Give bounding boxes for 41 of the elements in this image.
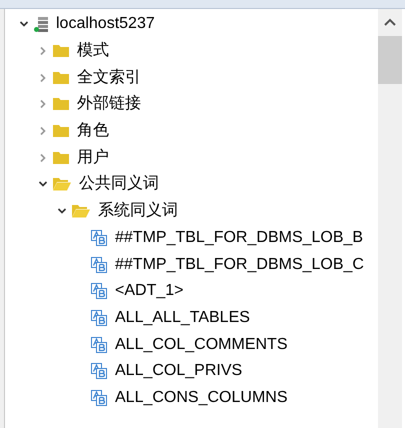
tree-item-label[interactable]: 全文索引 — [77, 66, 141, 90]
synonym-icon — [91, 256, 107, 273]
synonym-icon — [91, 390, 107, 406]
scrollbar-thumb[interactable] — [378, 36, 402, 84]
tree-item-label[interactable]: ##TMP_TBL_FOR_DBMS_LOB_B — [115, 226, 364, 250]
synonym-icon — [91, 283, 107, 300]
chevron-down-icon[interactable] — [57, 206, 67, 216]
chevron-right-icon[interactable] — [38, 126, 48, 136]
synonym-icon — [91, 230, 107, 246]
chevron-right-icon[interactable] — [38, 99, 48, 110]
scrollbar[interactable] — [378, 9, 402, 428]
tree-item-label[interactable]: ##TMP_TBL_FOR_DBMS_LOB_C — [115, 252, 364, 277]
open-folder-icon — [72, 204, 90, 218]
tree-item-label[interactable]: 模式 — [77, 39, 109, 64]
tree-item-label[interactable]: localhost5237 — [56, 12, 155, 36]
chevron-down-icon[interactable] — [19, 19, 29, 30]
folder-icon — [53, 150, 69, 165]
folder-icon — [53, 70, 69, 85]
tree-item-label[interactable]: ALL_COL_COMMENTS — [115, 332, 288, 357]
chevron-down-icon[interactable] — [38, 179, 48, 190]
chevron-right-icon[interactable] — [38, 152, 48, 163]
synonym-icon — [91, 336, 107, 353]
tree-item-label[interactable]: 用户 — [77, 146, 109, 170]
tree-item-label[interactable]: ALL_ALL_TABLES — [115, 306, 250, 330]
tree-item-label[interactable]: ALL_COL_PRIVS — [115, 359, 242, 384]
chevron-right-icon[interactable] — [38, 46, 48, 56]
synonym-icon — [91, 363, 107, 380]
tree-item-label[interactable]: 公共同义词 — [79, 172, 159, 196]
server-icon — [34, 16, 48, 32]
scroll-up-icon[interactable] — [383, 17, 397, 27]
folder-icon — [53, 97, 69, 112]
folder-icon — [53, 44, 69, 58]
tree-item-label[interactable]: 外部链接 — [77, 92, 141, 116]
open-folder-icon — [53, 177, 71, 192]
folder-icon — [53, 124, 69, 138]
tree-item-label[interactable]: 系统同义词 — [98, 199, 178, 224]
tree-item-label[interactable]: ALL_CONS_COLUMNS — [115, 386, 288, 410]
chevron-right-icon[interactable] — [38, 72, 48, 83]
tree-item-label[interactable]: 角色 — [77, 119, 109, 144]
tree-item-label[interactable]: <ADT_1> — [115, 279, 184, 304]
synonym-icon — [91, 310, 107, 326]
